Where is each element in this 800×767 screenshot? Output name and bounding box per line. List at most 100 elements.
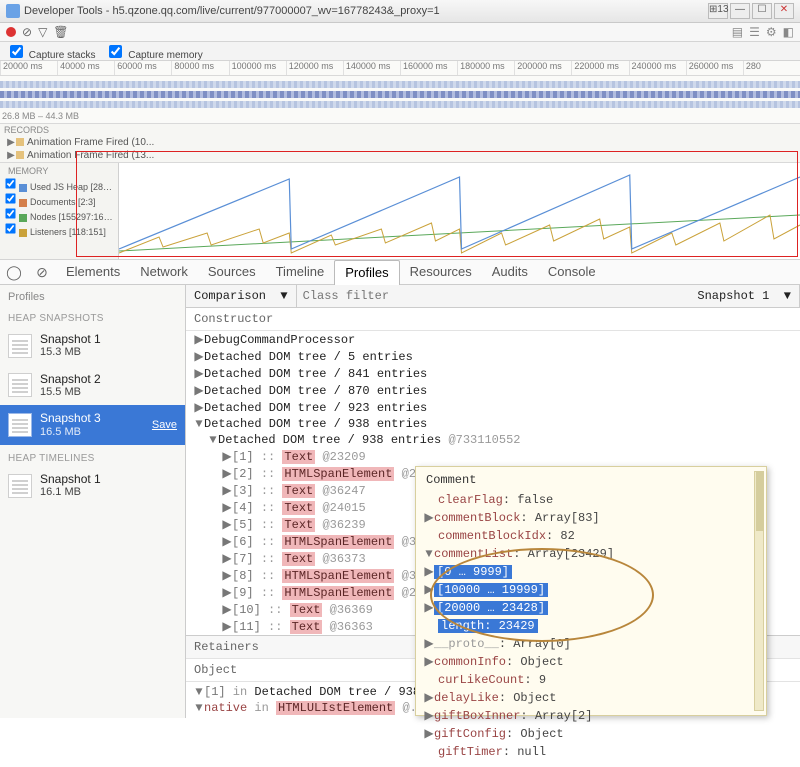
popup-row[interactable]: ▶commentBlock: Array[83]: [438, 509, 750, 527]
window-titlebar: Developer Tools - h5.qzone.qq.com/live/c…: [0, 0, 800, 23]
popup-row[interactable]: ▶giftBoxInner: Array[2]: [438, 707, 750, 725]
filter-icon[interactable]: ▽: [38, 25, 47, 39]
tab-elements[interactable]: Elements: [56, 260, 130, 284]
array-range[interactable]: [10000 … 19999]: [434, 583, 548, 597]
records-label: RECORDS: [0, 124, 800, 136]
popup-row[interactable]: ▶__proto__: Array[0]: [438, 635, 750, 653]
disclosure-triangle[interactable]: ▶: [194, 400, 204, 415]
tab-network[interactable]: Network: [130, 260, 198, 284]
disclosure-triangle[interactable]: ▶: [222, 585, 232, 600]
class-filter-input[interactable]: [297, 289, 690, 303]
tree-row[interactable]: ▶Detached DOM tree / 5 entries: [186, 348, 800, 365]
popup-row[interactable]: ▼commentList: Array[23429]: [438, 545, 750, 563]
comparison-toolbar: Comparison ▼ Snapshot 1 ▼: [186, 285, 800, 308]
snapshot-item[interactable]: Snapshot 316.5 MBSave: [0, 405, 185, 445]
tree-row[interactable]: ▼Detached DOM tree / 938 entries: [186, 416, 800, 432]
disclosure-triangle[interactable]: ▶: [194, 332, 204, 347]
popup-row[interactable]: curLikeCount: 9: [438, 671, 750, 689]
snapshot-item[interactable]: Snapshot 215.5 MB: [0, 366, 185, 406]
window-close-button[interactable]: ✕: [774, 3, 794, 19]
snapshot-size: 15.5 MB: [40, 386, 177, 399]
snapshot-item[interactable]: Snapshot 115.3 MB: [0, 326, 185, 366]
flamechart-icon[interactable]: ▤: [732, 25, 743, 39]
window-extension-count[interactable]: ⊞13: [708, 3, 728, 19]
array-range[interactable]: [20000 … 23428]: [434, 601, 548, 615]
window-maximize-button[interactable]: ☐: [752, 3, 772, 19]
dock-icon[interactable]: ◧: [783, 25, 794, 39]
window-minimize-button[interactable]: —: [730, 3, 750, 19]
tab-console[interactable]: Console: [538, 260, 606, 284]
window-title: Developer Tools - h5.qzone.qq.com/live/c…: [24, 5, 706, 17]
view-select[interactable]: Comparison ▼: [186, 285, 297, 307]
record-row[interactable]: ▶Animation Frame Fired (10...: [0, 136, 800, 149]
node-type: Text: [290, 620, 323, 634]
capture-stacks-checkbox[interactable]: Capture stacks: [6, 42, 95, 61]
clear-icon[interactable]: ⊘: [22, 25, 32, 39]
timeline-overview[interactable]: 20000 ms40000 ms60000 ms80000 ms100000 m…: [0, 61, 800, 124]
disclosure-triangle[interactable]: ▶: [222, 568, 232, 583]
sidebar-group-label: HEAP TIMELINES: [0, 445, 185, 466]
disclosure-triangle[interactable]: ▼: [208, 433, 218, 447]
popup-row[interactable]: ▶giftConfig: Object: [438, 725, 750, 743]
disclosure-triangle[interactable]: ▶: [222, 602, 232, 617]
disclosure-triangle[interactable]: ▶: [194, 366, 204, 381]
ruler-tick: 20000 ms: [0, 61, 57, 75]
snapshot-icon: [8, 413, 32, 437]
node-type: Text: [282, 450, 315, 464]
tree-row[interactable]: ▶[1] :: Text @23209: [186, 448, 800, 465]
save-link[interactable]: Save: [152, 419, 177, 431]
ruler-tick: 280: [743, 61, 800, 75]
drawer-icon[interactable]: ☰: [749, 25, 760, 39]
ruler-tick: 120000 ms: [286, 61, 343, 75]
record-button[interactable]: [6, 27, 16, 37]
tree-row[interactable]: ▼Detached DOM tree / 938 entries @733110…: [186, 432, 800, 448]
popup-scroll-thumb[interactable]: [756, 471, 764, 531]
disclosure-triangle[interactable]: ▶: [222, 449, 232, 464]
base-snapshot-select[interactable]: Snapshot 1 ▼: [689, 285, 800, 307]
snapshot-item[interactable]: Snapshot 116.1 MB: [0, 466, 185, 506]
popup-row[interactable]: ▶[10000 … 19999]: [438, 581, 750, 599]
popup-row[interactable]: giftTimer: null: [438, 743, 750, 761]
disclosure-triangle[interactable]: ▶: [222, 483, 232, 498]
constructor-header: Constructor: [186, 308, 800, 331]
disclosure-triangle[interactable]: ▶: [222, 619, 232, 634]
clear-profiles-icon[interactable]: ⊘: [34, 264, 50, 281]
popup-row[interactable]: ▶commonInfo: Object: [438, 653, 750, 671]
tab-timeline[interactable]: Timeline: [266, 260, 335, 284]
disclosure-triangle[interactable]: ▼: [194, 417, 204, 431]
disclosure-triangle[interactable]: ▶: [194, 349, 204, 364]
popup-row[interactable]: ▶delayLike: Object: [438, 689, 750, 707]
popup-row[interactable]: commentBlockIdx: 82: [438, 527, 750, 545]
disclosure-triangle[interactable]: ▶: [222, 500, 232, 515]
array-range[interactable]: [0 … 9999]: [434, 565, 512, 579]
disclosure-triangle[interactable]: ▶: [222, 517, 232, 532]
disclosure-triangle[interactable]: ▶: [222, 534, 232, 549]
tab-profiles[interactable]: Profiles: [334, 260, 399, 286]
popup-row[interactable]: length: 23429: [438, 617, 750, 635]
tab-sources[interactable]: Sources: [198, 260, 266, 284]
popup-title: Comment: [416, 467, 766, 489]
tab-resources[interactable]: Resources: [400, 260, 482, 284]
popup-row[interactable]: ▶[20000 … 23428]: [438, 599, 750, 617]
tree-row[interactable]: ▶DebugCommandProcessor: [186, 331, 800, 348]
disclosure-triangle[interactable]: ▶: [222, 551, 232, 566]
tree-row[interactable]: ▶Detached DOM tree / 870 entries: [186, 382, 800, 399]
capture-options: Capture stacks Capture memory: [0, 42, 800, 61]
snapshot-size: 16.1 MB: [40, 486, 177, 499]
tab-audits[interactable]: Audits: [482, 260, 538, 284]
ruler-tick: 140000 ms: [343, 61, 400, 75]
array-range[interactable]: length: 23429: [438, 619, 538, 633]
settings-icon[interactable]: ⚙: [766, 25, 777, 39]
tree-row[interactable]: ▶Detached DOM tree / 841 entries: [186, 365, 800, 382]
popup-row[interactable]: clearFlag: false: [438, 491, 750, 509]
capture-memory-checkbox[interactable]: Capture memory: [105, 42, 202, 61]
record-profile-icon[interactable]: ◯: [6, 264, 22, 281]
memory-section: MEMORY Used JS Heap [2806209:64650...Doc…: [0, 163, 800, 260]
popup-row[interactable]: ▶[0 … 9999]: [438, 563, 750, 581]
disclosure-triangle[interactable]: ▶: [194, 383, 204, 398]
gc-icon[interactable]: 🗑: [53, 25, 68, 39]
tree-row[interactable]: ▶Detached DOM tree / 923 entries: [186, 399, 800, 416]
snapshot-name: Snapshot 1: [40, 472, 177, 486]
disclosure-triangle[interactable]: ▶: [222, 466, 232, 481]
node-type: HTMLSpanElement: [282, 467, 394, 481]
